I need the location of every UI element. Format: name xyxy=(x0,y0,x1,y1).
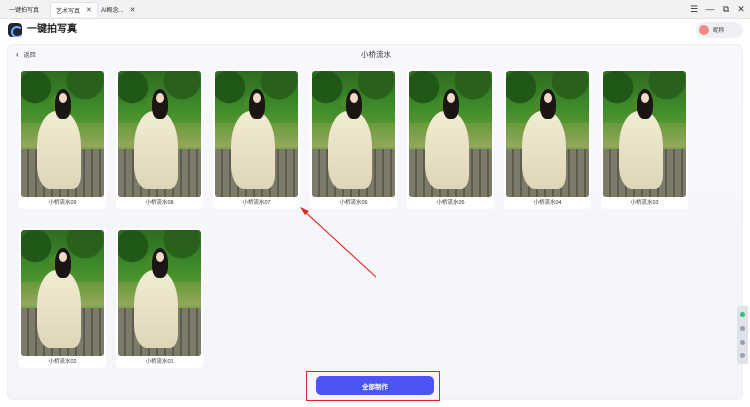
dock-status-icon xyxy=(740,312,745,317)
side-dock[interactable] xyxy=(737,306,748,364)
dock-dot-icon[interactable] xyxy=(740,353,745,358)
make-all-button[interactable]: 全部制作 xyxy=(316,376,434,395)
dock-dot-icon[interactable] xyxy=(740,340,745,345)
dock-dot-icon[interactable] xyxy=(740,326,745,331)
arrow-line xyxy=(302,209,377,278)
annotation-arrow xyxy=(300,207,377,278)
